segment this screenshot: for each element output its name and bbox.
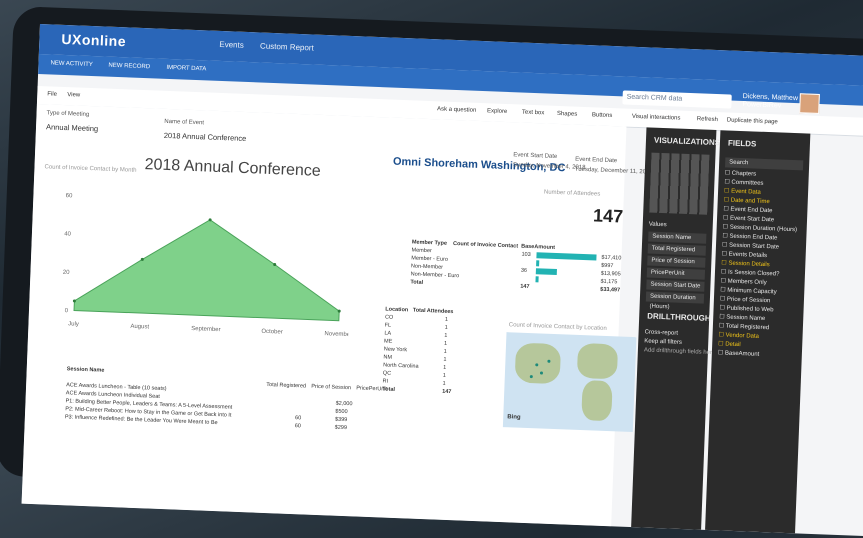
value-field-chip[interactable]: PricePerUnit — [646, 267, 706, 280]
member-header-2: BaseAmount — [521, 243, 556, 251]
attendees-cell: 1 — [443, 356, 447, 363]
file-menu[interactable]: File — [47, 91, 57, 97]
new-activity-button[interactable]: NEW ACTIVITY — [50, 60, 93, 68]
value-field-chip[interactable]: Session Name — [648, 231, 707, 244]
member-type-cell: Total — [410, 279, 424, 286]
value-field-chip[interactable]: Session Duration (Hours) — [645, 291, 705, 310]
fields-panel: FIELDS Search ☐ Chapters ☐ Committees ☐ Ev… — [705, 130, 811, 534]
fields-search-input[interactable]: Search — [725, 157, 804, 171]
map-land-africa — [581, 380, 613, 422]
amount-bar — [535, 276, 539, 283]
registered-cell: 60 — [294, 415, 302, 422]
duplicate-page-button[interactable]: Duplicate this page — [727, 117, 778, 125]
member-type-cell: Non-Member — [410, 263, 444, 271]
visualizations-panel: VISUALIZATIONS Values Session Name Total … — [631, 127, 721, 530]
amount-bar — [536, 260, 540, 267]
amount-bar — [535, 268, 557, 276]
count-cell: 36 — [520, 267, 528, 274]
location-cell: QC — [382, 370, 392, 377]
map-point — [539, 371, 544, 375]
x-tick-label: August — [130, 324, 149, 331]
import-data-button[interactable]: IMPORT DATA — [166, 65, 206, 73]
shapes-button[interactable]: Shapes — [557, 111, 578, 118]
user-info[interactable]: Dickens, Matthew PowerBIRev — [742, 93, 798, 111]
attendees-cell: 1 — [442, 380, 446, 387]
attendees-cell: 1 — [443, 348, 447, 355]
location-cell: NM — [383, 354, 393, 361]
attendees-cell: 1 — [444, 316, 449, 323]
location-cell: LA — [384, 330, 392, 337]
value-field-chip[interactable]: Price of Session — [647, 255, 706, 268]
y-tick-label: 20 — [63, 270, 71, 276]
member-type-cell: Member — [411, 247, 432, 255]
map-point — [529, 375, 533, 379]
visual-interactions-button[interactable]: Visual interactions — [632, 114, 681, 122]
screen: UXonline Events Custom Report NEW ACTIVI… — [21, 24, 863, 538]
value-field-chip[interactable]: Session Start Date — [646, 279, 705, 292]
y-tick-label: 60 — [66, 193, 74, 199]
drillthrough-hint: Add drillthrough fields here — [643, 347, 716, 357]
attendees-cell: 1 — [442, 364, 447, 371]
count-cell: 147 — [520, 283, 530, 290]
visual-icon-grid[interactable] — [649, 152, 710, 215]
attendees-cell: 147 — [442, 388, 452, 396]
y-tick-label: 0 — [65, 308, 69, 314]
x-tick-label: July — [68, 321, 79, 327]
attendees-cell: 1 — [444, 324, 448, 331]
location-cell: ME — [383, 338, 393, 345]
area-chart[interactable]: July August September October November 60 40 20… — [48, 185, 354, 346]
member-table[interactable]: Member Type Count of Invoice Contact Bas… — [410, 238, 622, 294]
search-input[interactable]: Search CRM data — [622, 90, 732, 109]
attendees-count: 147 — [592, 205, 624, 227]
map-point — [547, 359, 551, 363]
avatar[interactable] — [799, 93, 820, 114]
location-map[interactable]: Bing — [502, 332, 637, 433]
new-record-button[interactable]: NEW RECORD — [108, 63, 150, 71]
map-point — [535, 363, 539, 367]
area-series[interactable] — [73, 215, 342, 322]
location-cell: CO — [384, 314, 394, 321]
price-cell: $299 — [334, 424, 348, 432]
explore-button[interactable]: Explore — [487, 108, 508, 115]
text-box-button[interactable]: Text box — [522, 110, 545, 117]
x-tick-label: September — [191, 326, 221, 333]
attendees-cell: 1 — [444, 332, 448, 339]
buttons-button[interactable]: Buttons — [592, 112, 613, 119]
visualizations-title: VISUALIZATIONS — [653, 135, 721, 148]
app-logo: UXonline — [61, 30, 127, 50]
attendees-cell: 1 — [442, 372, 446, 379]
attendees-cell: 1 — [443, 340, 448, 347]
x-tick-label: November — [324, 331, 352, 338]
fields-title: FIELDS — [727, 138, 757, 149]
breadcrumb: Events Custom Report — [219, 40, 328, 53]
values-label: Values — [648, 221, 667, 229]
location-cell: FL — [384, 322, 392, 329]
nav-events[interactable]: Events — [219, 40, 244, 50]
location-header-0: Location — [385, 306, 409, 314]
refresh-button[interactable]: Refresh — [697, 116, 718, 123]
registered-cell: 60 — [294, 423, 301, 430]
amount-cell: $33,497 — [600, 286, 621, 294]
value-field-chip[interactable]: Total Registered — [647, 243, 706, 256]
values-well[interactable]: Session Name Total Registered Price of Ses… — [640, 231, 713, 310]
map-land-europe — [576, 342, 619, 380]
ask-question-button[interactable]: Ask a question — [437, 106, 477, 114]
location-cell: New York — [383, 346, 408, 354]
x-tick-label: October — [261, 329, 283, 336]
y-tick-label: 40 — [64, 231, 72, 237]
bing-logo: Bing — [507, 414, 521, 421]
nav-custom-report[interactable]: Custom Report — [260, 41, 314, 52]
field-list[interactable]: ☐ Chapters ☐ Committees ☐ Event Data ☐ Date… — [712, 169, 809, 361]
view-menu[interactable]: View — [67, 92, 80, 98]
